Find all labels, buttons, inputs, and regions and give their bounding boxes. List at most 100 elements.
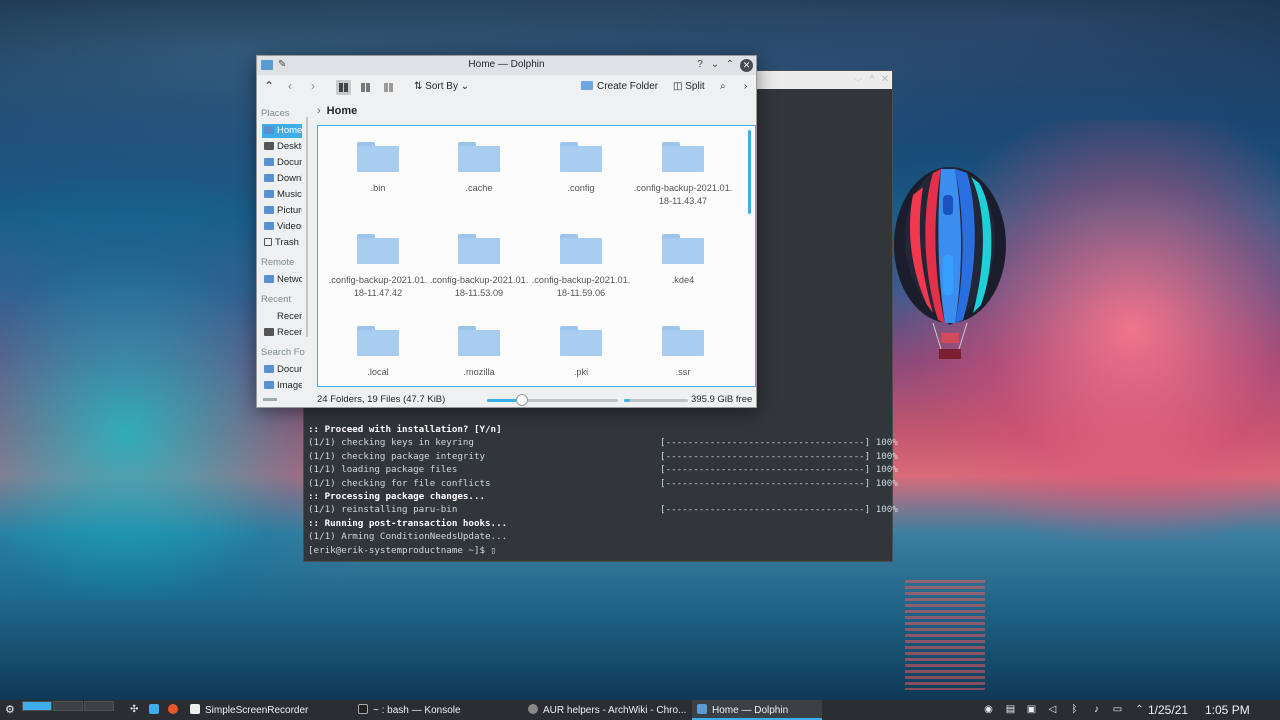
sidebar-scrollbar[interactable] <box>306 117 308 337</box>
minimize-icon[interactable]: ⌵ <box>852 74 864 86</box>
bluetooth-icon[interactable]: ᛒ <box>1069 704 1080 715</box>
icons-view-button[interactable] <box>336 80 351 95</box>
disk-usage-bar <box>624 399 688 402</box>
file-view-scrollbar[interactable] <box>748 130 751 214</box>
vpn-icon[interactable]: ✣ <box>130 704 138 715</box>
terminal-line-text: (1/1) checking for file conflicts <box>308 477 491 489</box>
terminal-line-text: (1/1) checking package integrity <box>308 450 486 462</box>
folder-item[interactable]: .config-backup-2021.01.18-11.43.47 <box>633 142 733 207</box>
desktop-1[interactable] <box>22 701 52 711</box>
close-icon[interactable]: ✕ <box>740 59 753 72</box>
sidebar-item-label: Documents <box>277 364 302 375</box>
more-chevron-icon[interactable]: › <box>744 81 747 92</box>
folder-item[interactable]: .bin <box>328 142 428 195</box>
network-icon[interactable]: ▭ <box>1112 704 1123 715</box>
desktop-2[interactable] <box>53 701 83 711</box>
folder-item[interactable]: .config-backup-2021.01.18-11.47.42 <box>328 234 428 299</box>
folder-item[interactable]: .pki <box>531 326 631 379</box>
back-arrow-icon[interactable]: ‹ <box>288 79 292 93</box>
zoom-slider[interactable] <box>487 394 618 406</box>
folder-item[interactable]: .config <box>531 142 631 195</box>
task-label: ~ : bash — Konsole <box>373 705 461 716</box>
folder-item[interactable]: .mozilla <box>429 326 529 379</box>
sidebar-item[interactable]: Home <box>262 124 302 138</box>
folder-item[interactable]: .ssr <box>633 326 733 379</box>
minimize-icon[interactable]: ⌄ <box>709 59 721 70</box>
sidebar-item[interactable]: Documents <box>262 156 302 170</box>
terminal-line: (1/1) checking package integrity [-------… <box>308 450 898 463</box>
folder-item[interactable]: .kde4 <box>633 234 733 287</box>
camera-icon <box>190 704 200 714</box>
date-label[interactable]: 1/25/21 <box>1148 703 1188 717</box>
sidebar-item[interactable]: Music <box>262 188 302 202</box>
folder-item[interactable]: .cache <box>429 142 529 195</box>
sidebar-item[interactable]: Desktop <box>262 140 302 154</box>
progress-bar-text: [------------------------------------] 1… <box>660 450 898 462</box>
task-chrome[interactable]: AUR helpers - ArchWiki - Chro... <box>528 704 686 716</box>
folder-icon <box>662 326 704 356</box>
sidebar-item[interactable]: Recent Files <box>262 310 302 324</box>
sidebar-item-icon <box>264 328 274 336</box>
sidebar-item-label: Recent Files <box>277 311 302 322</box>
breadcrumb-home[interactable]: Home <box>327 105 358 117</box>
folder-item[interactable]: .config-backup-2021.01.18-11.53.09 <box>429 234 529 299</box>
breadcrumb[interactable]: › Home <box>317 105 357 117</box>
desktop-3[interactable] <box>84 701 114 711</box>
sidebar-item[interactable]: Pictures <box>262 204 302 218</box>
file-view[interactable]: .bin .cache .config .config-backup-2021.01.… <box>317 125 756 387</box>
terminal-line: (1/1) checking for file conflicts [------… <box>308 477 898 490</box>
time-label[interactable]: 1:05 PM <box>1205 703 1250 717</box>
application-launcher-icon[interactable]: ⚙ <box>5 703 15 716</box>
folder-item[interactable]: .config-backup-2021.01.18-11.59.06 <box>531 234 631 299</box>
screenshot-icon[interactable]: ◉ <box>983 704 994 715</box>
progress-bar-text: [------------------------------------] 1… <box>660 477 898 489</box>
compact-view-button[interactable] <box>358 80 373 95</box>
zoom-slider-handle[interactable] <box>516 394 529 406</box>
terminal-line: (1/1) checking keys in keyring [---------… <box>308 436 898 449</box>
split-button[interactable]: ◫ Split <box>673 81 705 92</box>
task-konsole[interactable]: ~ : bash — Konsole <box>358 704 461 716</box>
download-icon[interactable] <box>149 704 164 716</box>
search-icon[interactable]: ⌕ <box>720 81 726 92</box>
firefox-icon[interactable] <box>168 704 183 716</box>
sidebar-item-icon <box>264 275 274 283</box>
microphone-icon[interactable]: ♪ <box>1091 704 1102 715</box>
places-panel: Places Home Desktop Documents Downloads Music… <box>257 101 305 394</box>
terminal-output[interactable]: :: Proceed with installation? [Y/n] (1/1)… <box>308 423 898 557</box>
sidebar-item[interactable]: Documents <box>262 363 302 377</box>
forward-arrow-icon[interactable]: › <box>311 79 315 93</box>
progress-bar-text: [------------------------------------] 1… <box>660 437 898 449</box>
sidebar-section-heading: Search For <box>261 347 305 358</box>
close-icon[interactable]: ✕ <box>879 74 891 86</box>
dolphin-titlebar[interactable]: ✎ Home — Dolphin ? ⌄ ⌃ ✕ <box>257 56 756 75</box>
terminal-line-text: (1/1) checking keys in keyring <box>308 437 474 449</box>
task-dolphin[interactable]: Home — Dolphin <box>697 704 788 716</box>
help-icon[interactable]: ? <box>694 59 706 70</box>
create-folder-button[interactable]: Create Folder <box>581 81 658 92</box>
dolphin-window[interactable]: ✎ Home — Dolphin ? ⌄ ⌃ ✕ ⌃ ‹ › ⇅ Sort By… <box>256 55 757 408</box>
sidebar-item[interactable]: Trash <box>262 236 302 250</box>
up-arrow-icon[interactable]: ⌃ <box>264 79 274 93</box>
terminal-icon <box>358 704 368 714</box>
task-simplescreenrecorder[interactable]: SimpleScreenRecorder <box>190 704 308 716</box>
maximize-icon[interactable]: ⌃ <box>724 59 736 70</box>
sidebar-item[interactable]: Videos <box>262 220 302 234</box>
sort-by-button[interactable]: ⇅ Sort By ⌄ <box>414 81 469 92</box>
volume-icon[interactable]: ◁ <box>1047 704 1058 715</box>
sidebar-item[interactable]: Downloads <box>262 172 302 186</box>
disk-usage-fill <box>624 399 631 402</box>
folder-item[interactable]: .local <box>328 326 428 379</box>
sidebar-item-icon <box>264 142 274 150</box>
maximize-icon[interactable]: ^ <box>866 74 878 86</box>
sidebar-item[interactable]: Recent Locations <box>262 326 302 340</box>
tray-expand-icon[interactable]: ⌃ <box>1134 704 1145 715</box>
sidebar-item[interactable]: Network <box>262 273 302 287</box>
sidebar-item-label: Desktop <box>277 141 302 152</box>
sidebar-item-label: Documents <box>277 157 302 168</box>
clipboard-icon[interactable]: ▣ <box>1026 704 1037 715</box>
notes-icon[interactable]: ▤ <box>1005 704 1016 715</box>
breadcrumb-chevron-icon: › <box>317 105 321 117</box>
task-label: Home — Dolphin <box>712 705 789 716</box>
virtual-desktop-pager[interactable] <box>22 700 114 720</box>
details-view-button[interactable] <box>381 80 396 95</box>
